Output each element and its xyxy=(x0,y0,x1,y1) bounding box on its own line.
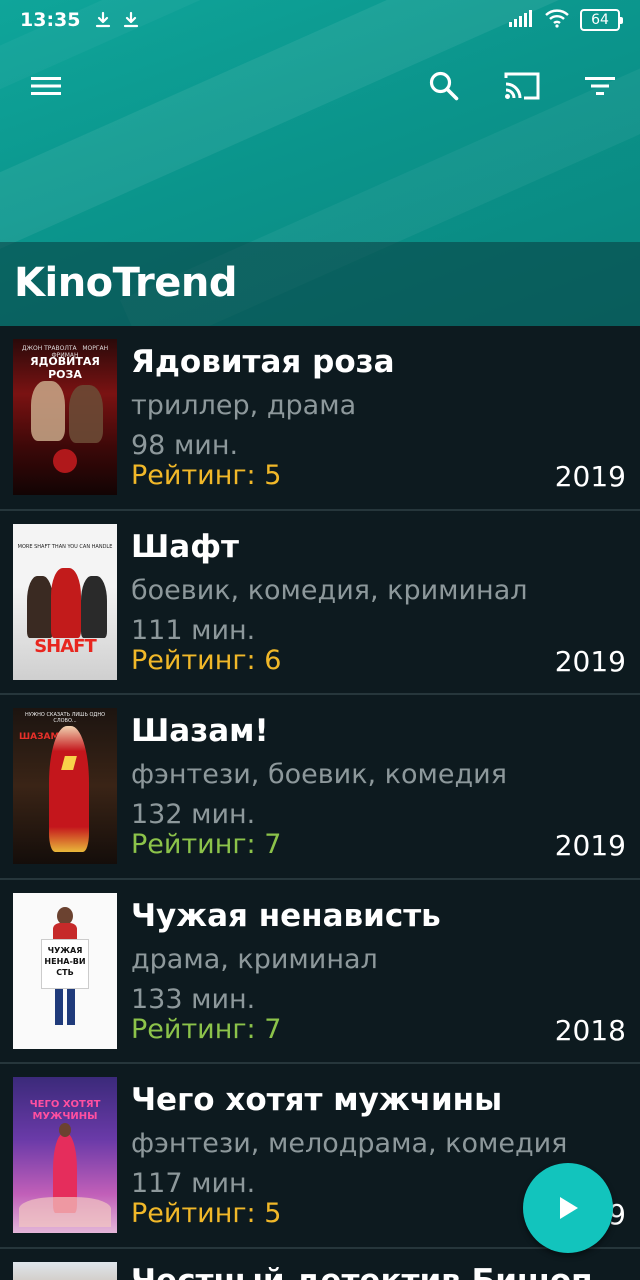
movie-genres: фэнтези, боевик, комедия xyxy=(131,759,507,790)
app-header: 13:35 64 KinoTrend xyxy=(0,0,640,326)
poster-title: SHAFT xyxy=(34,635,97,657)
movie-year: 2019 xyxy=(554,644,626,678)
play-icon xyxy=(560,1197,578,1219)
battery-icon: 64 xyxy=(580,9,623,31)
movie-poster: ЧУЖАЯ НЕНА-ВИСТЬ xyxy=(13,892,117,1049)
movie-poster: ЧЕГО ХОТЯТ МУЖЧИНЫ xyxy=(13,1077,117,1233)
movie-year: 2019 xyxy=(554,460,626,493)
movie-genres: боевик, комедия, криминал xyxy=(131,574,528,606)
movie-poster: MORE SHAFT THAN YOU CAN HANDLE SHAFT xyxy=(13,523,117,680)
movie-year: 2019 xyxy=(554,829,626,862)
battery-level: 64 xyxy=(591,12,609,28)
movie-list: ДЖОН ТРАВОЛТА МОРГАН ФРИМАН ЯДОВИТАЯ РОЗ… xyxy=(0,326,640,1280)
movie-title: Честный детектив Бишоп... xyxy=(131,1263,628,1280)
movie-title: Чужая ненависть xyxy=(131,897,441,934)
cast-icon xyxy=(504,72,540,100)
movie-duration: 111 мин. xyxy=(131,614,256,646)
movie-item[interactable]: НУЖНО СКАЗАТЬ ЛИШЬ ОДНО СЛОВО... ШАЗАМ! … xyxy=(0,695,640,880)
movie-rating: Рейтинг: 7 xyxy=(131,829,282,860)
movie-item[interactable]: Честный детектив Бишоп... xyxy=(0,1248,640,1280)
movie-duration: 133 мин. xyxy=(131,983,256,1015)
movie-year: 2018 xyxy=(554,1013,626,1047)
search-icon xyxy=(429,71,459,101)
cast-button[interactable] xyxy=(500,64,544,108)
movie-duration: 98 мин. xyxy=(131,430,239,461)
movie-poster: НУЖНО СКАЗАТЬ ЛИШЬ ОДНО СЛОВО... ШАЗАМ! xyxy=(13,708,117,864)
menu-icon xyxy=(31,77,61,95)
movie-rating: Рейтинг: 5 xyxy=(131,460,282,491)
menu-button[interactable] xyxy=(24,64,68,108)
app-title: KinoTrend xyxy=(14,260,238,306)
toolbar xyxy=(0,56,640,116)
download-icon xyxy=(122,11,140,29)
poster-title: ЯДОВИТАЯ РОЗА xyxy=(30,355,100,381)
status-bar: 13:35 64 xyxy=(0,0,640,40)
movie-title: Ядовитая роза xyxy=(131,344,395,380)
filter-button[interactable] xyxy=(578,64,622,108)
download-icon xyxy=(94,11,112,29)
movie-genres: фэнтези, мелодрама, комедия xyxy=(131,1128,568,1159)
poster-title: ЧУЖАЯ НЕНА-ВИСТЬ xyxy=(44,945,86,977)
movie-duration: 132 мин. xyxy=(131,799,256,830)
movie-genres: драма, криминал xyxy=(131,943,378,975)
movie-rating: Рейтинг: 6 xyxy=(131,644,282,676)
movie-title: Шафт xyxy=(131,528,239,565)
movie-poster: ДЖОН ТРАВОЛТА МОРГАН ФРИМАН ЯДОВИТАЯ РОЗ… xyxy=(13,339,117,495)
filter-icon xyxy=(585,77,615,95)
movie-duration: 117 мин. xyxy=(131,1168,256,1199)
status-time: 13:35 xyxy=(20,9,81,31)
movie-item[interactable]: ЧУЖАЯ НЕНА-ВИСТЬ Чужая ненависть драма, … xyxy=(0,879,640,1064)
movie-rating: Рейтинг: 5 xyxy=(131,1198,282,1229)
movie-item[interactable]: MORE SHAFT THAN YOU CAN HANDLE SHAFT Шаф… xyxy=(0,510,640,695)
signal-icon xyxy=(508,8,534,33)
play-button[interactable] xyxy=(523,1163,613,1253)
wifi-icon xyxy=(544,8,570,33)
poster-title: ЧЕГО ХОТЯТ МУЖЧИНЫ xyxy=(29,1099,101,1122)
movie-item[interactable]: ДЖОН ТРАВОЛТА МОРГАН ФРИМАН ЯДОВИТАЯ РОЗ… xyxy=(0,326,640,511)
movie-genres: триллер, драма xyxy=(131,390,357,421)
movie-title: Шазам! xyxy=(131,713,269,749)
movie-title: Чего хотят мужчины xyxy=(131,1082,503,1118)
search-button[interactable] xyxy=(422,64,466,108)
movie-rating: Рейтинг: 7 xyxy=(131,1013,282,1045)
movie-poster xyxy=(13,1261,117,1280)
